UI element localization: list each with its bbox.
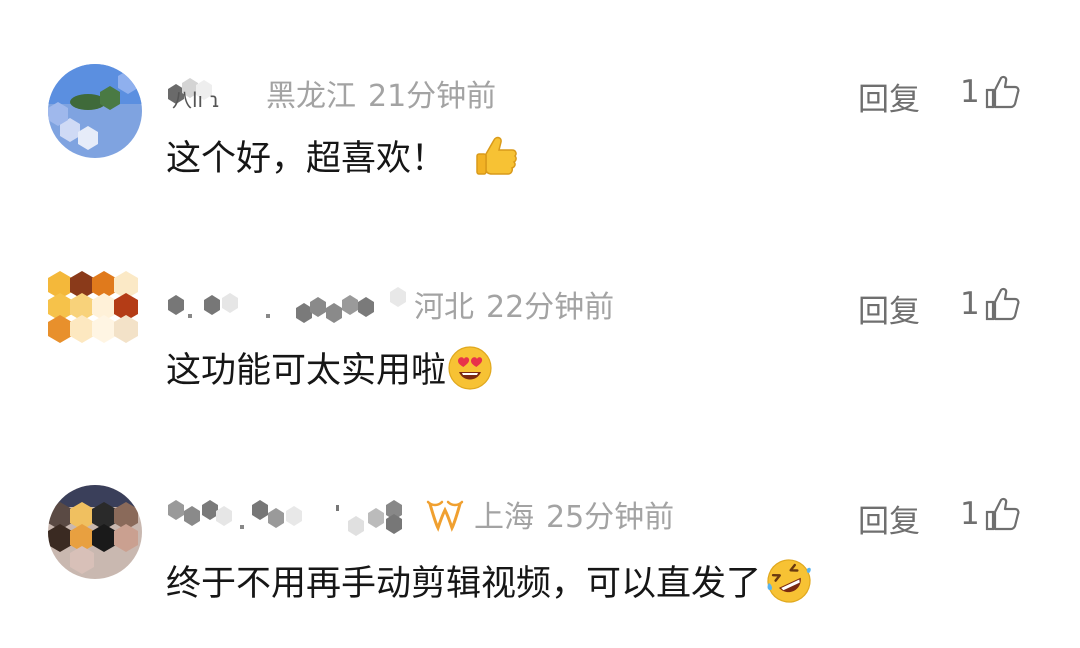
like-count: 1 — [960, 74, 980, 110]
like-count: 1 — [960, 286, 980, 322]
like-button[interactable]: 1 — [960, 496, 1020, 532]
svg-text:八lı ɿ: 八lı ɿ — [172, 88, 220, 112]
location-label: 黑龙江 — [266, 79, 356, 114]
like-count: 1 — [960, 496, 980, 532]
comment-text-row: 这功能可太实用啦 — [166, 342, 494, 393]
avatar[interactable] — [48, 485, 142, 579]
redacted-username — [168, 491, 418, 537]
thumbs-up-icon — [985, 497, 1020, 531]
comment-meta: 八lı ɿ 黑龙江 21分钟前 — [168, 73, 497, 114]
thumbs-up-emoji — [472, 132, 520, 180]
comment-meta: 上海 25分钟前 — [168, 491, 675, 537]
avatar[interactable] — [48, 268, 142, 362]
reply-button[interactable]: 回复 — [858, 286, 920, 331]
reply-button[interactable]: 回复 — [858, 74, 920, 119]
timestamp: 21分钟前 — [368, 79, 497, 114]
timestamp: 22分钟前 — [486, 290, 615, 325]
like-button[interactable]: 1 — [960, 286, 1020, 322]
comment-text: 终于不用再手动剪辑视频，可以直发了 — [166, 564, 762, 604]
rofl-emoji — [765, 557, 813, 605]
heart-eyes-emoji — [446, 344, 494, 392]
like-button[interactable]: 1 — [960, 74, 1020, 110]
thumbs-up-icon — [985, 75, 1020, 109]
avatar[interactable] — [48, 64, 142, 158]
timestamp: 25分钟前 — [546, 500, 675, 535]
reply-button[interactable]: 回复 — [858, 496, 920, 541]
thumbs-up-icon — [985, 287, 1020, 321]
redacted-username: 八lı ɿ — [168, 73, 258, 113]
comment-item: 河北 22分钟前 这功能可太实用啦 回复 1 — [0, 268, 1080, 428]
comment-item: 上海 25分钟前 终于不用再手动剪辑视频，可以直发了 回复 1 — [0, 480, 1080, 640]
location-label: 上海 — [474, 500, 534, 535]
redacted-username — [168, 282, 418, 326]
comment-text: 这个好，超喜欢！ — [166, 139, 447, 179]
comment-text-row: 终于不用再手动剪辑视频，可以直发了 — [166, 555, 813, 606]
orange-badge-icon — [424, 494, 466, 534]
comment-text: 这功能可太实用啦 — [166, 351, 447, 391]
location-label: 河北 — [414, 290, 474, 325]
comment-item: 八lı ɿ 黑龙江 21分钟前 这个好，超喜欢！ 回复 1 — [0, 60, 1080, 220]
comment-text-row: 这个好，超喜欢！ — [166, 130, 520, 181]
comment-meta: 河北 22分钟前 — [168, 282, 615, 326]
